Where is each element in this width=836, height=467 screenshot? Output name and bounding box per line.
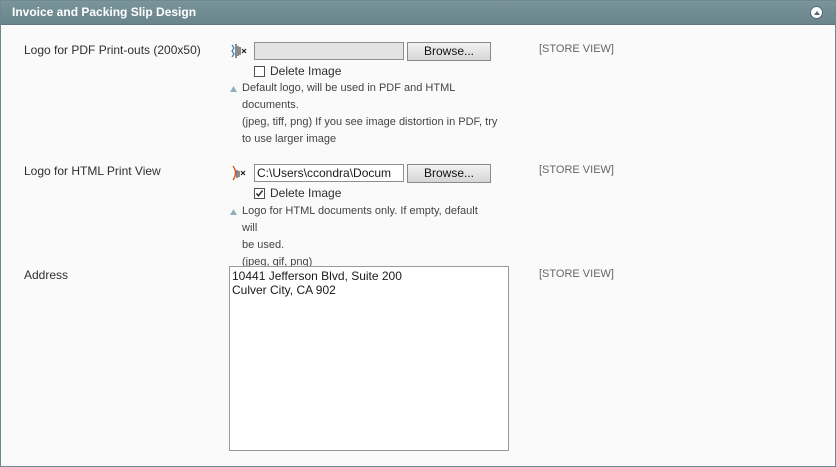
section-panel: Invoice and Packing Slip Design Logo for… [0, 0, 836, 467]
logo-html-delete-checkbox[interactable] [254, 188, 265, 199]
scope-label: [STORE VIEW] [539, 268, 614, 280]
address-line: 10441 Jefferson Blvd, Suite 200 [232, 269, 402, 283]
note-triangle-icon [230, 86, 237, 92]
field-label: Logo for HTML Print View [24, 164, 161, 178]
scope-label: [STORE VIEW] [539, 43, 614, 55]
note-line: (jpeg, tiff, png) If you see image disto… [242, 116, 498, 128]
scope-label: [STORE VIEW] [539, 164, 614, 176]
field-note: Default logo, will be used in PDF and HT… [242, 80, 497, 148]
field-note: Logo for HTML documents only. If empty, … [242, 203, 492, 271]
note-line: Logo for HTML documents only. If empty, … [242, 205, 478, 234]
delete-image-label: Delete Image [270, 186, 342, 200]
logo-pdf-delete-checkbox[interactable] [254, 66, 265, 77]
collapse-up-icon[interactable] [810, 6, 823, 19]
logo-html-browse-button[interactable]: Browse... [407, 164, 491, 183]
delete-image-label: Delete Image [270, 64, 342, 78]
field-label: Address [24, 268, 69, 282]
image-thumbnail-icon [230, 42, 252, 60]
note-line: Default logo, will be used in PDF and HT… [242, 82, 456, 94]
note-line: to use larger image [242, 133, 337, 145]
logo-pdf-browse-button[interactable]: Browse... [407, 42, 491, 61]
logo-html-file-input[interactable]: C:\Users\ccondra\Docum [254, 164, 404, 182]
section-header[interactable]: Invoice and Packing Slip Design [1, 1, 835, 25]
section-title: Invoice and Packing Slip Design [12, 5, 197, 19]
field-label: Logo for PDF Print-outs (200x50) [24, 43, 201, 57]
check-icon [255, 190, 264, 197]
note-triangle-icon [230, 209, 237, 215]
note-line: documents. [242, 99, 299, 111]
address-textarea[interactable]: 10441 Jefferson Blvd, Suite 200 Culver C… [229, 266, 509, 451]
note-line: be used. [242, 239, 285, 251]
image-thumbnail-icon [230, 164, 252, 182]
address-line: Culver City, CA 902 [232, 283, 336, 297]
logo-pdf-file-input[interactable] [254, 42, 404, 60]
